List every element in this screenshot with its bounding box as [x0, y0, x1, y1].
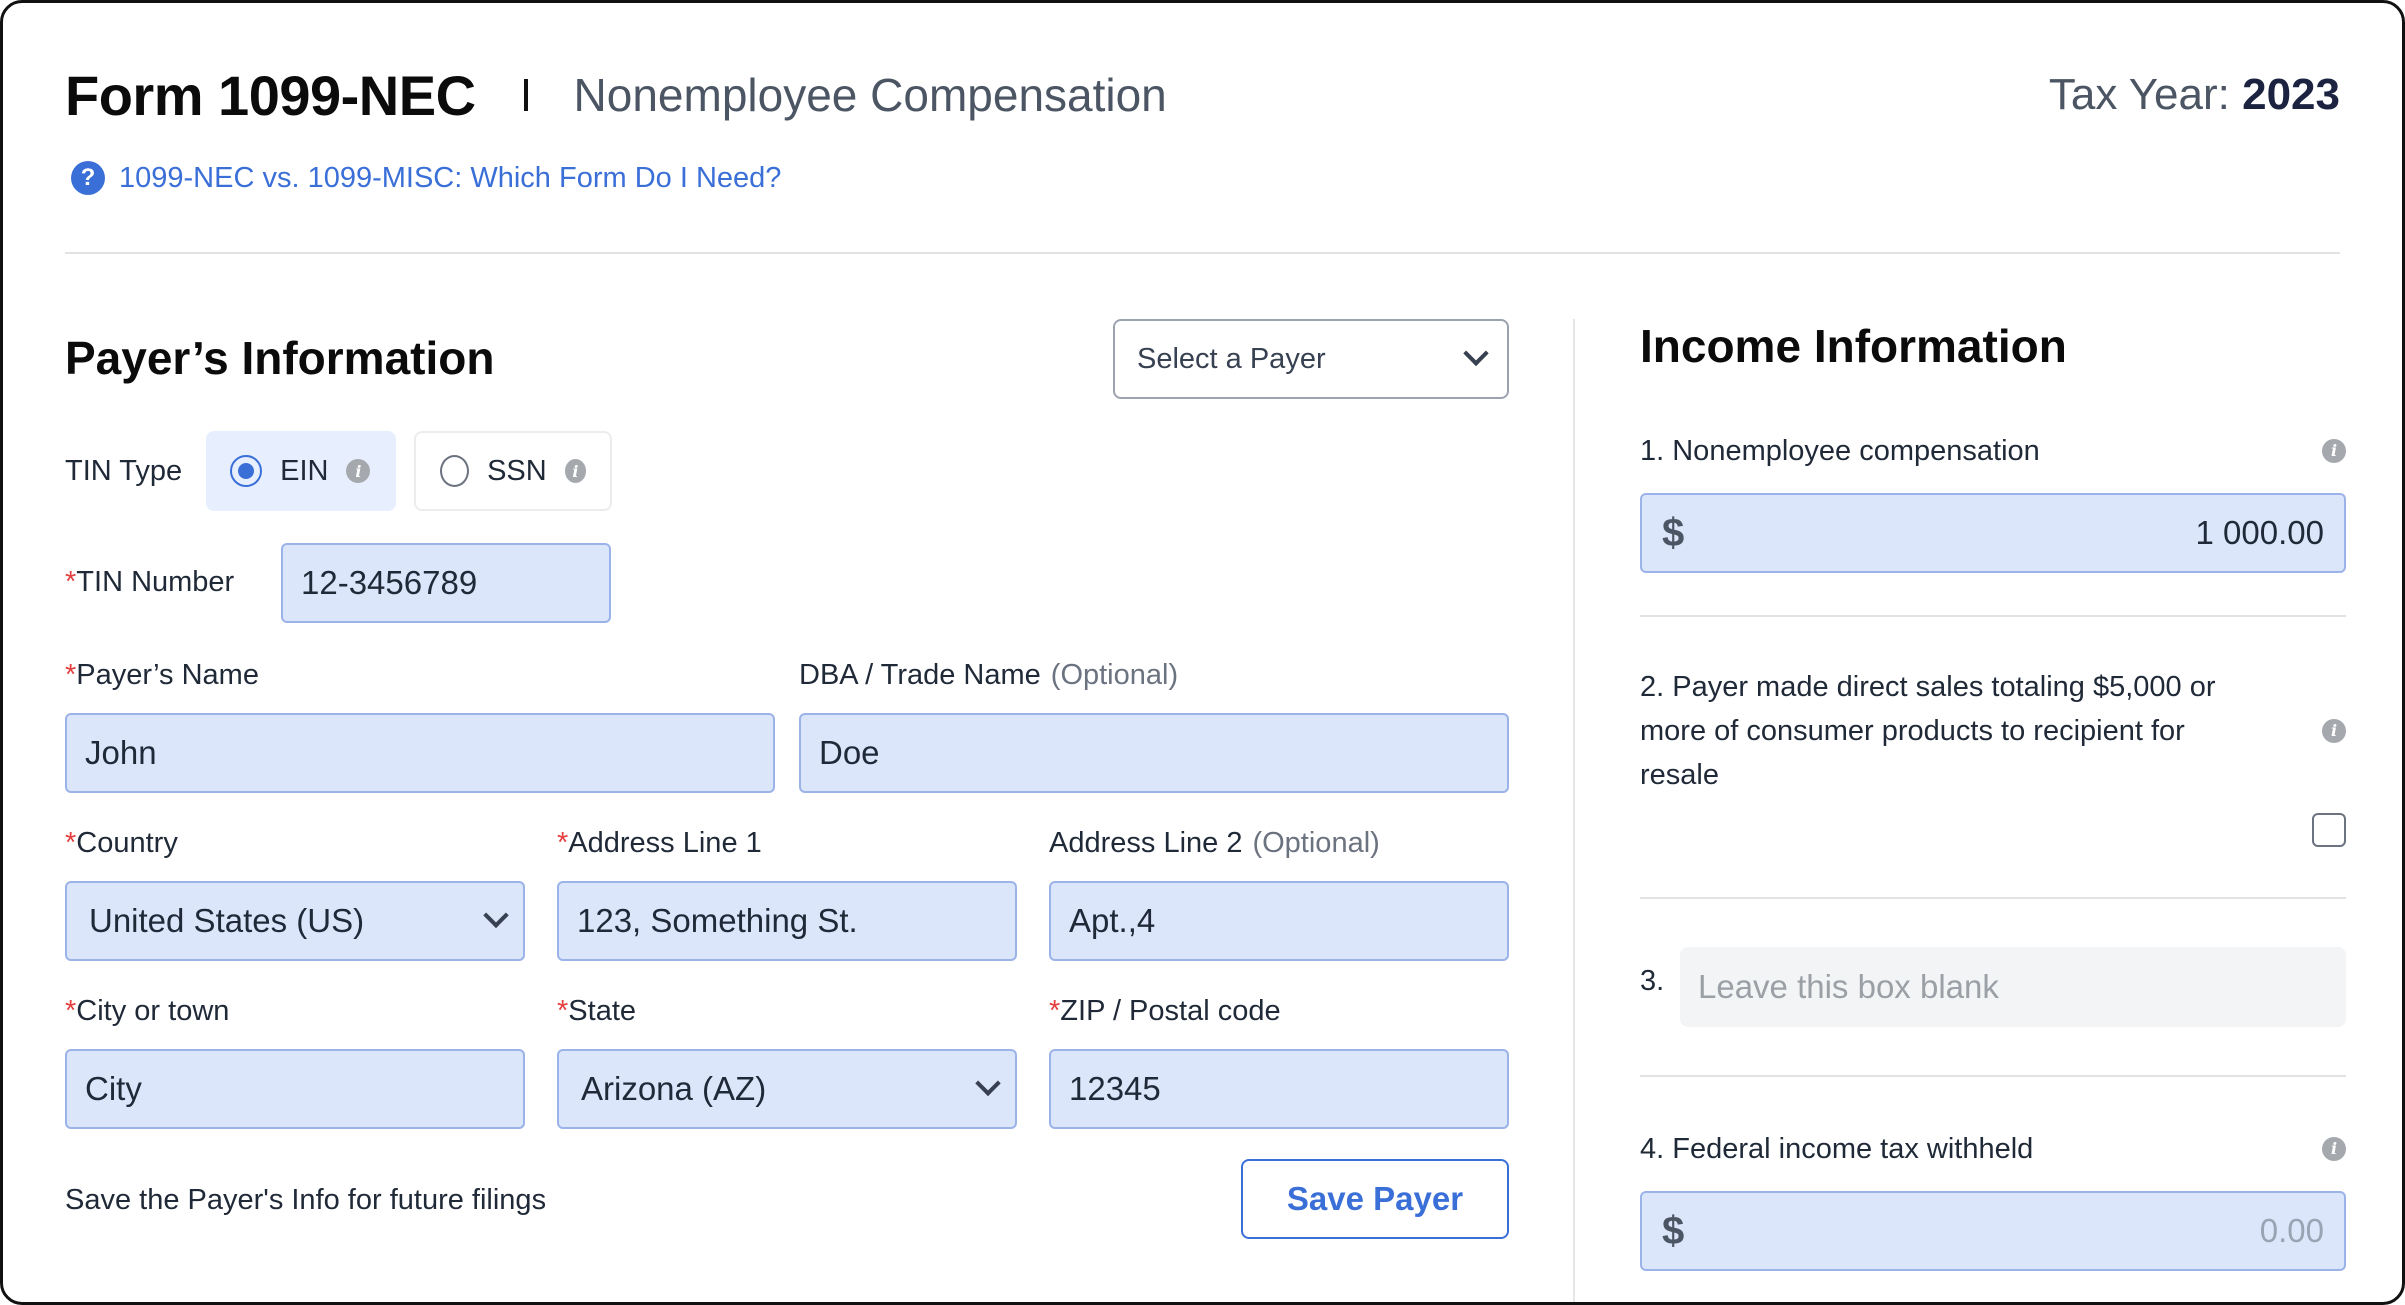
- country-label: *Country: [65, 827, 178, 859]
- ein-radio[interactable]: [230, 455, 263, 487]
- section-divider: [1573, 319, 1575, 1302]
- help-link-text[interactable]: 1099-NEC vs. 1099-MISC: Which Form Do I …: [119, 162, 781, 195]
- info-icon[interactable]: i: [564, 459, 587, 483]
- box4-row: 4. Federal income tax withheld i $ 0.00: [1640, 1127, 2346, 1271]
- box4-input[interactable]: $ 0.00: [1640, 1191, 2346, 1271]
- city-input[interactable]: City: [65, 1049, 525, 1129]
- tin-number-label: *TIN Number: [65, 566, 235, 598]
- row-divider: [1640, 1075, 2346, 1077]
- payer-name-input[interactable]: John: [65, 713, 775, 793]
- ssn-label: SSN: [487, 454, 547, 487]
- dba-input[interactable]: Doe: [799, 713, 1509, 793]
- tin-number-input[interactable]: 12-3456789: [281, 543, 611, 623]
- chevron-down-icon: [1463, 340, 1489, 367]
- info-icon[interactable]: i: [2322, 719, 2346, 743]
- address1-input[interactable]: 123, Something St.: [557, 881, 1017, 961]
- form-help-link[interactable]: ? 1099-NEC vs. 1099-MISC: Which Form Do …: [71, 161, 781, 195]
- tin-number-field: *TIN Number 12-3456789: [65, 543, 611, 623]
- address1-label: *Address Line 1: [557, 827, 762, 859]
- state-value: Arizona (AZ): [581, 1070, 767, 1107]
- box3-number: 3.: [1640, 965, 1665, 997]
- tin-option-ein[interactable]: EIN i: [206, 431, 397, 511]
- select-payer-label: Select a Payer: [1137, 342, 1326, 375]
- save-payer-button[interactable]: Save Payer: [1241, 1159, 1509, 1239]
- tax-year-value: 2023: [2242, 70, 2340, 119]
- address2-label: Address Line 2 (Optional): [1049, 827, 1380, 859]
- box2-label: 2. Payer made direct sales totaling $5,0…: [1640, 671, 2216, 791]
- state-label: *State: [557, 995, 637, 1027]
- row-divider: [1640, 897, 2346, 899]
- zip-input[interactable]: 12345: [1049, 1049, 1509, 1129]
- address2-input[interactable]: Apt.,4: [1049, 881, 1509, 961]
- city-field: *City or town City: [65, 995, 525, 1129]
- box1-label: 1. Nonemployee compensation: [1640, 435, 2040, 467]
- row-divider: [1640, 615, 2346, 617]
- dollar-icon: $: [1662, 510, 1685, 555]
- zip-label: *ZIP / Postal code: [1049, 995, 1281, 1027]
- income-section-title: Income Information: [1640, 320, 2067, 372]
- dba-label: DBA / Trade Name (Optional): [799, 659, 1179, 691]
- dba-field: DBA / Trade Name (Optional) Doe: [799, 659, 1509, 793]
- payer-name-label: *Payer’s Name: [65, 659, 259, 691]
- info-icon[interactable]: i: [2322, 1137, 2346, 1161]
- country-field: *Country United States (US): [65, 827, 525, 961]
- income-section: Income Information 1. Nonemployee compen…: [1640, 319, 2346, 1302]
- tin-option-ssn[interactable]: SSN i: [414, 431, 613, 511]
- box1-row: 1. Nonemployee compensation i $ 1 000.00: [1640, 429, 2346, 573]
- chevron-down-icon: [483, 902, 509, 929]
- question-circle-icon: ?: [71, 161, 105, 195]
- payer-section-title: Payer’s Information: [65, 332, 495, 384]
- box1-input[interactable]: $ 1 000.00: [1640, 493, 2346, 573]
- address2-field: Address Line 2 (Optional) Apt.,4: [1049, 827, 1509, 961]
- header-divider: [65, 252, 2340, 254]
- info-icon[interactable]: i: [346, 459, 371, 483]
- tax-year: Tax Year: 2023: [2049, 70, 2340, 120]
- tin-type-label: TIN Type: [65, 454, 183, 487]
- box3-input: Leave this box blank: [1680, 947, 2346, 1027]
- box1-value: 1 000.00: [2195, 514, 2324, 551]
- save-payer-note: Save the Payer's Info for future filings: [65, 1184, 547, 1216]
- address1-field: *Address Line 1 123, Something St.: [557, 827, 1017, 961]
- box4-label: 4. Federal income tax withheld: [1640, 1133, 2034, 1165]
- page-header: Form 1099-NEC Nonemployee Compensation T…: [65, 55, 2340, 135]
- title-divider: [523, 79, 528, 111]
- ssn-radio[interactable]: [440, 455, 470, 487]
- country-value: United States (US): [89, 902, 365, 939]
- tin-type-group: TIN Type EIN i SSN i: [65, 431, 613, 511]
- city-label: *City or town: [65, 995, 230, 1027]
- payer-name-field: *Payer’s Name John: [65, 659, 775, 793]
- payer-section: Payer’s Information Select a Payer TIN T…: [65, 319, 1509, 1279]
- box3-row: 3. Leave this box blank: [1640, 947, 2346, 1027]
- tax-year-label: Tax Year:: [2048, 70, 2230, 119]
- zip-field: *ZIP / Postal code 12345: [1049, 995, 1509, 1129]
- page-title: Form 1099-NEC: [65, 63, 476, 127]
- page-subtitle: Nonemployee Compensation: [573, 69, 1167, 121]
- box2-checkbox[interactable]: [2312, 813, 2346, 847]
- ein-label: EIN: [280, 454, 329, 487]
- box4-placeholder: 0.00: [2259, 1212, 2324, 1249]
- select-payer-dropdown[interactable]: Select a Payer: [1113, 319, 1509, 399]
- form-window: Form 1099-NEC Nonemployee Compensation T…: [0, 0, 2405, 1305]
- state-select[interactable]: Arizona (AZ): [557, 1049, 1017, 1129]
- chevron-down-icon: [975, 1070, 1001, 1097]
- state-field: *State Arizona (AZ): [557, 995, 1017, 1129]
- info-icon[interactable]: i: [2322, 439, 2346, 463]
- dollar-icon: $: [1662, 1208, 1685, 1253]
- box2-row: 2. Payer made direct sales totaling $5,0…: [1640, 665, 2346, 847]
- country-select[interactable]: United States (US): [65, 881, 525, 961]
